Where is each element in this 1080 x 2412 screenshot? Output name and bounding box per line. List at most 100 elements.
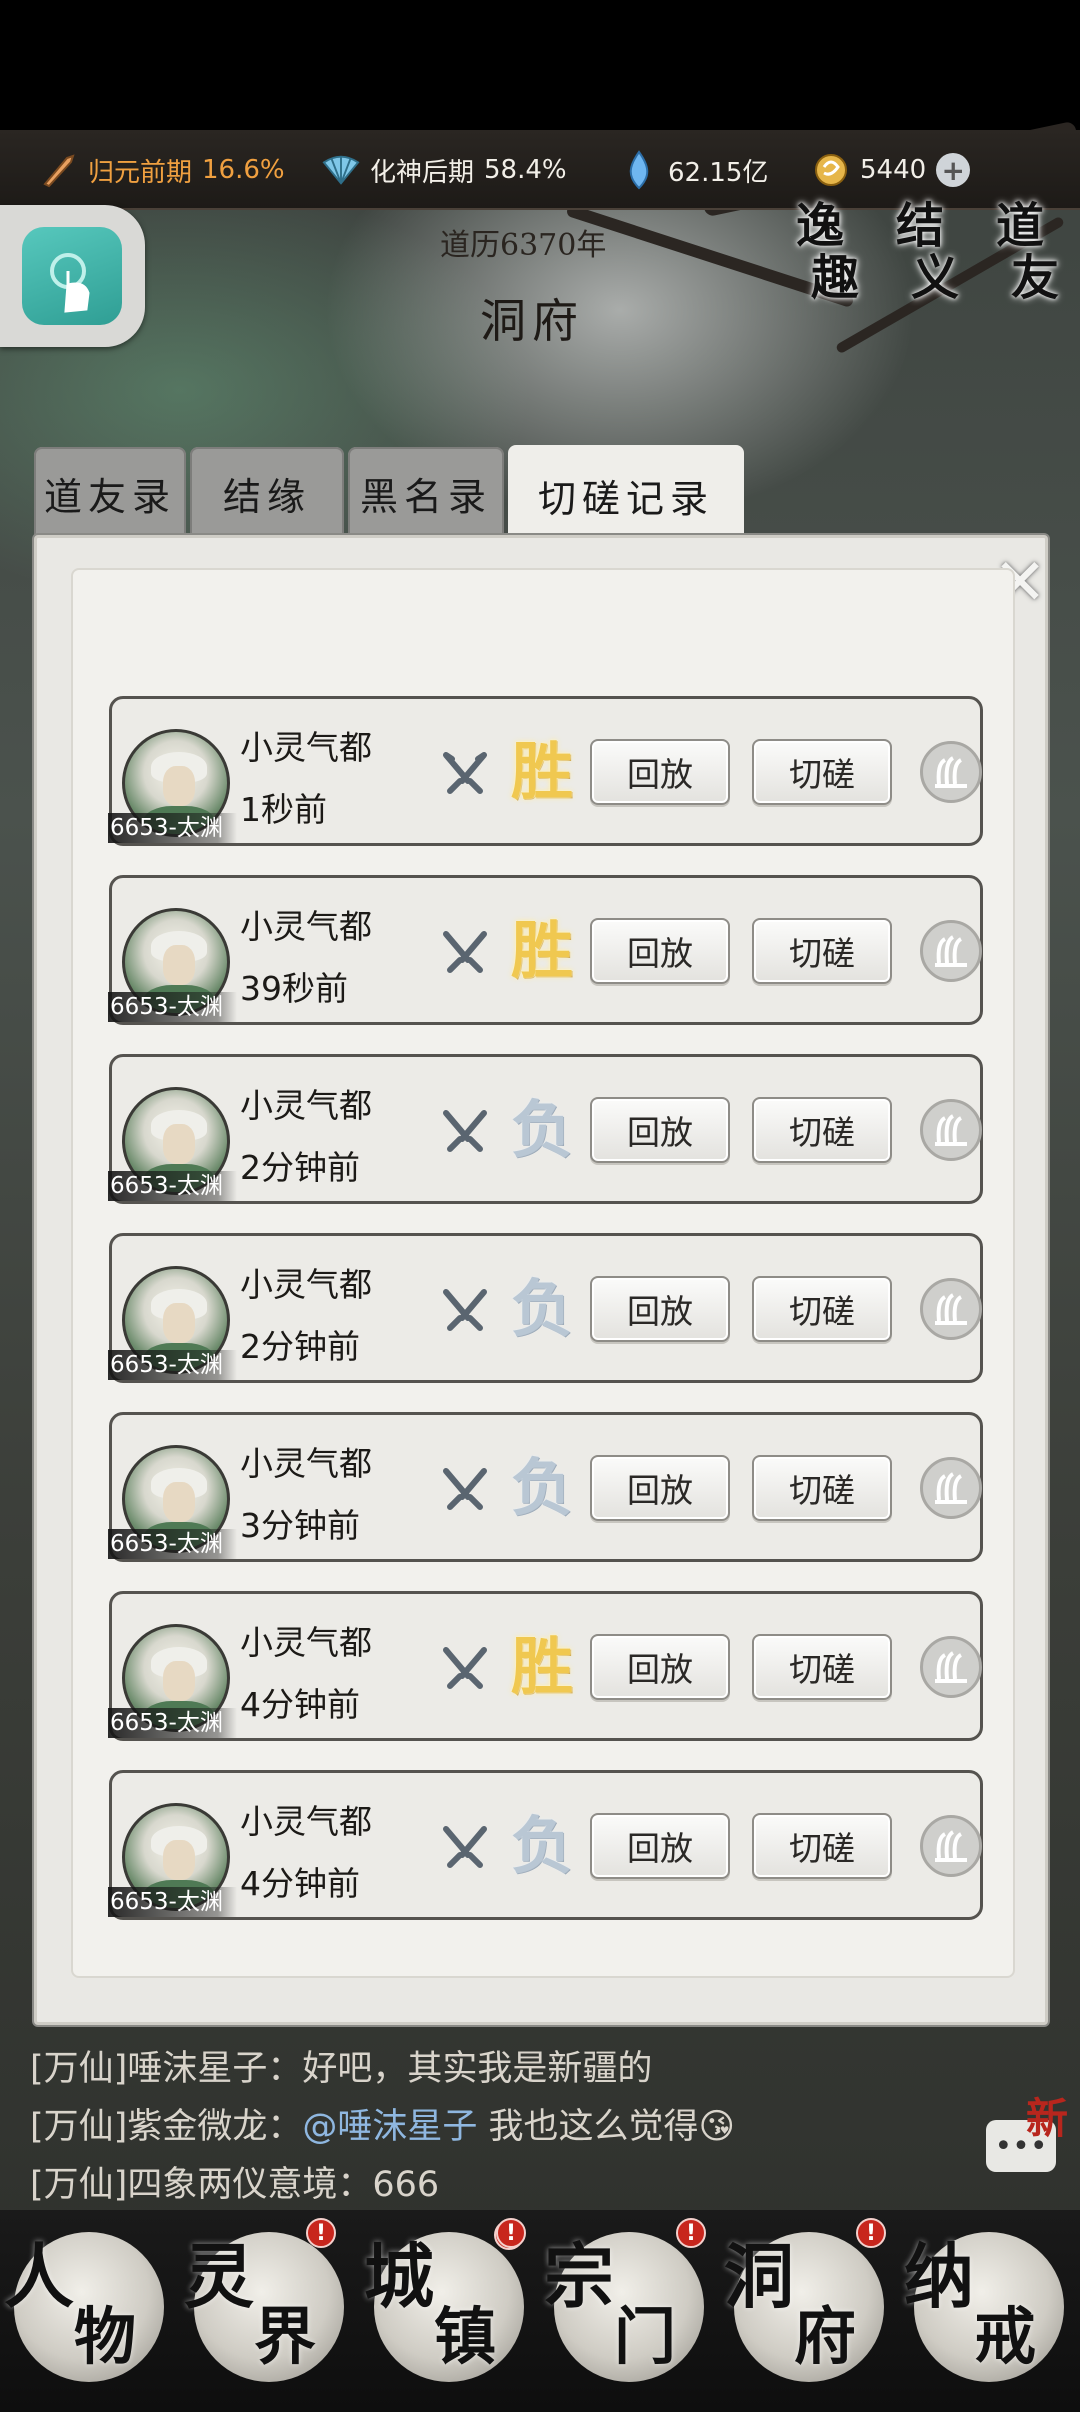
detail-icon[interactable] (920, 1278, 982, 1340)
coin-icon (812, 151, 850, 189)
fun-badge[interactable]: 逸趣 (770, 200, 870, 310)
crossed-swords-icon (443, 1647, 487, 1689)
new-message-badge: 新 (1026, 2094, 1069, 2143)
add-currency-button[interactable]: + (936, 153, 971, 187)
opponent-name: 小灵气都 (240, 1802, 372, 1841)
record-row: 6653-太渊 小灵气都 39秒前 胜 回放 切磋 (108, 875, 983, 1025)
spar-button[interactable]: 切磋 (752, 739, 892, 805)
cultivation-stat[interactable]: 归元前期 16.6% (40, 148, 285, 192)
fan-icon (322, 151, 360, 189)
cultivation-percent: 16.6% (202, 155, 285, 185)
detail-icon[interactable] (920, 741, 982, 803)
server-tag: 6653-太渊 (108, 1529, 237, 1559)
replay-button[interactable]: 回放 (590, 739, 730, 805)
opponent-name: 小灵气都 (240, 1265, 372, 1304)
spar-button[interactable]: 切磋 (752, 1813, 892, 1879)
result-lose: 负 (510, 1809, 573, 1882)
replay-button[interactable]: 回放 (590, 1455, 730, 1521)
record-time: 4分钟前 (240, 1864, 360, 1903)
opponent-name: 小灵气都 (240, 1623, 372, 1662)
fellow-daoist-badge[interactable]: 道友 (970, 200, 1070, 310)
crossed-swords-icon (443, 1826, 487, 1868)
chat-line[interactable]: [万仙]紫金微龙：@唾沫星子 我也这么觉得😘 (30, 2098, 735, 2149)
nav-town[interactable]: 城镇 (364, 2222, 524, 2392)
era-label: 道历6370年 (440, 228, 607, 263)
detail-icon[interactable] (920, 920, 982, 982)
record-time: 2分钟前 (240, 1327, 360, 1366)
detail-icon[interactable] (920, 1636, 982, 1698)
tap-hand-icon (22, 227, 122, 325)
record-row: 6653-太渊 小灵气都 3分钟前 负 回放 切磋 (108, 1412, 983, 1562)
detail-icon[interactable] (920, 1099, 982, 1161)
nav-character[interactable]: 人物 (4, 2222, 164, 2392)
spar-button[interactable]: 切磋 (752, 1634, 892, 1700)
chat-mention[interactable]: @唾沫星子 (302, 2107, 477, 2147)
spirit-stone-stat[interactable]: 62.15亿 (620, 148, 768, 192)
record-row: 6653-太渊 小灵气都 4分钟前 负 回放 切磋 (108, 1770, 983, 1920)
spirit-stat[interactable]: 化神后期 58.4% (322, 148, 567, 192)
location-title: 洞府 (480, 294, 584, 348)
server-tag: 6653-太渊 (108, 813, 237, 843)
tab-bond[interactable]: 结缘 (190, 447, 344, 539)
replay-button[interactable]: 回放 (590, 1097, 730, 1163)
crossed-swords-icon (443, 1289, 487, 1331)
spar-button[interactable]: 切磋 (752, 1276, 892, 1342)
record-time: 3分钟前 (240, 1506, 360, 1545)
spar-button[interactable]: 切磋 (752, 1455, 892, 1521)
record-time: 1秒前 (240, 790, 327, 829)
spirit-stage: 化神后期 (370, 157, 475, 188)
crossed-swords-icon (443, 1110, 487, 1152)
spar-button[interactable]: 切磋 (752, 1097, 892, 1163)
sword-icon (40, 151, 78, 189)
server-tag: 6653-太渊 (108, 1350, 237, 1380)
result-lose: 负 (510, 1451, 573, 1524)
server-tag: 6653-太渊 (108, 1171, 237, 1201)
tab-spar-records[interactable]: 切磋记录 (508, 445, 744, 545)
record-row: 6653-太渊 小灵气都 1秒前 胜 回放 切磋 (108, 696, 983, 846)
spirit-realm-alert-dot: ! (496, 2218, 526, 2248)
server-tag: 6653-太渊 (108, 1887, 237, 1917)
crossed-swords-icon (443, 1468, 487, 1510)
spar-button[interactable]: 切磋 (752, 918, 892, 984)
record-time: 4分钟前 (240, 1685, 360, 1724)
tab-blacklist[interactable]: 黑名录 (348, 447, 504, 539)
spar-records-panel: ✕ 6653-太渊 小灵气都 1秒前 胜 回放 切磋 6653-太渊 小灵气都 … (34, 535, 1048, 2025)
result-win: 胜 (510, 735, 573, 808)
replay-button[interactable]: 回放 (590, 1276, 730, 1342)
currency-stat[interactable]: 5440 + (812, 148, 971, 192)
opponent-name: 小灵气都 (240, 907, 372, 946)
currency-amount: 5440 (860, 155, 927, 185)
record-time: 39秒前 (240, 969, 348, 1008)
record-row: 6653-太渊 小灵气都 2分钟前 负 回放 切磋 (108, 1233, 983, 1383)
nav-cave-abode[interactable]: 洞府 (724, 2222, 884, 2392)
chat-line[interactable]: [万仙]唾沫星子：好吧，其实我是新疆的 (30, 2040, 652, 2091)
record-row: 6653-太渊 小灵气都 2分钟前 负 回放 切磋 (108, 1054, 983, 1204)
record-row: 6653-太渊 小灵气都 4分钟前 胜 回放 切磋 (108, 1591, 983, 1741)
spirit-stone-amount: 62.15亿 (668, 157, 769, 188)
spirit-stone-icon (620, 150, 658, 190)
crossed-swords-icon (443, 752, 487, 794)
realm-alert-dot: ! (306, 2218, 336, 2248)
server-tag: 6653-太渊 (108, 1708, 237, 1738)
detail-icon[interactable] (920, 1457, 982, 1519)
replay-button[interactable]: 回放 (590, 918, 730, 984)
records-list[interactable]: 6653-太渊 小灵气都 1秒前 胜 回放 切磋 6653-太渊 小灵气都 39… (71, 568, 1015, 1978)
nav-sect[interactable]: 宗门 (544, 2222, 704, 2392)
side-menu-button[interactable] (0, 205, 145, 347)
tab-friend-list[interactable]: 道友录 (34, 447, 186, 539)
chat-line[interactable]: [万仙]四象两仪意境：666 (30, 2156, 439, 2207)
replay-button[interactable]: 回放 (590, 1813, 730, 1879)
brotherhood-badge[interactable]: 结义 (870, 200, 970, 310)
result-win: 胜 (510, 1630, 573, 1703)
result-lose: 负 (510, 1272, 573, 1345)
opponent-name: 小灵气都 (240, 728, 372, 767)
cultivation-stage: 归元前期 (88, 157, 193, 188)
detail-icon[interactable] (920, 1815, 982, 1877)
crossed-swords-icon (443, 931, 487, 973)
nav-storage-ring[interactable]: 纳戒 (904, 2222, 1064, 2392)
result-win: 胜 (510, 914, 573, 987)
opponent-name: 小灵气都 (240, 1444, 372, 1483)
replay-button[interactable]: 回放 (590, 1634, 730, 1700)
opponent-name: 小灵气都 (240, 1086, 372, 1125)
server-tag: 6653-太渊 (108, 992, 237, 1022)
